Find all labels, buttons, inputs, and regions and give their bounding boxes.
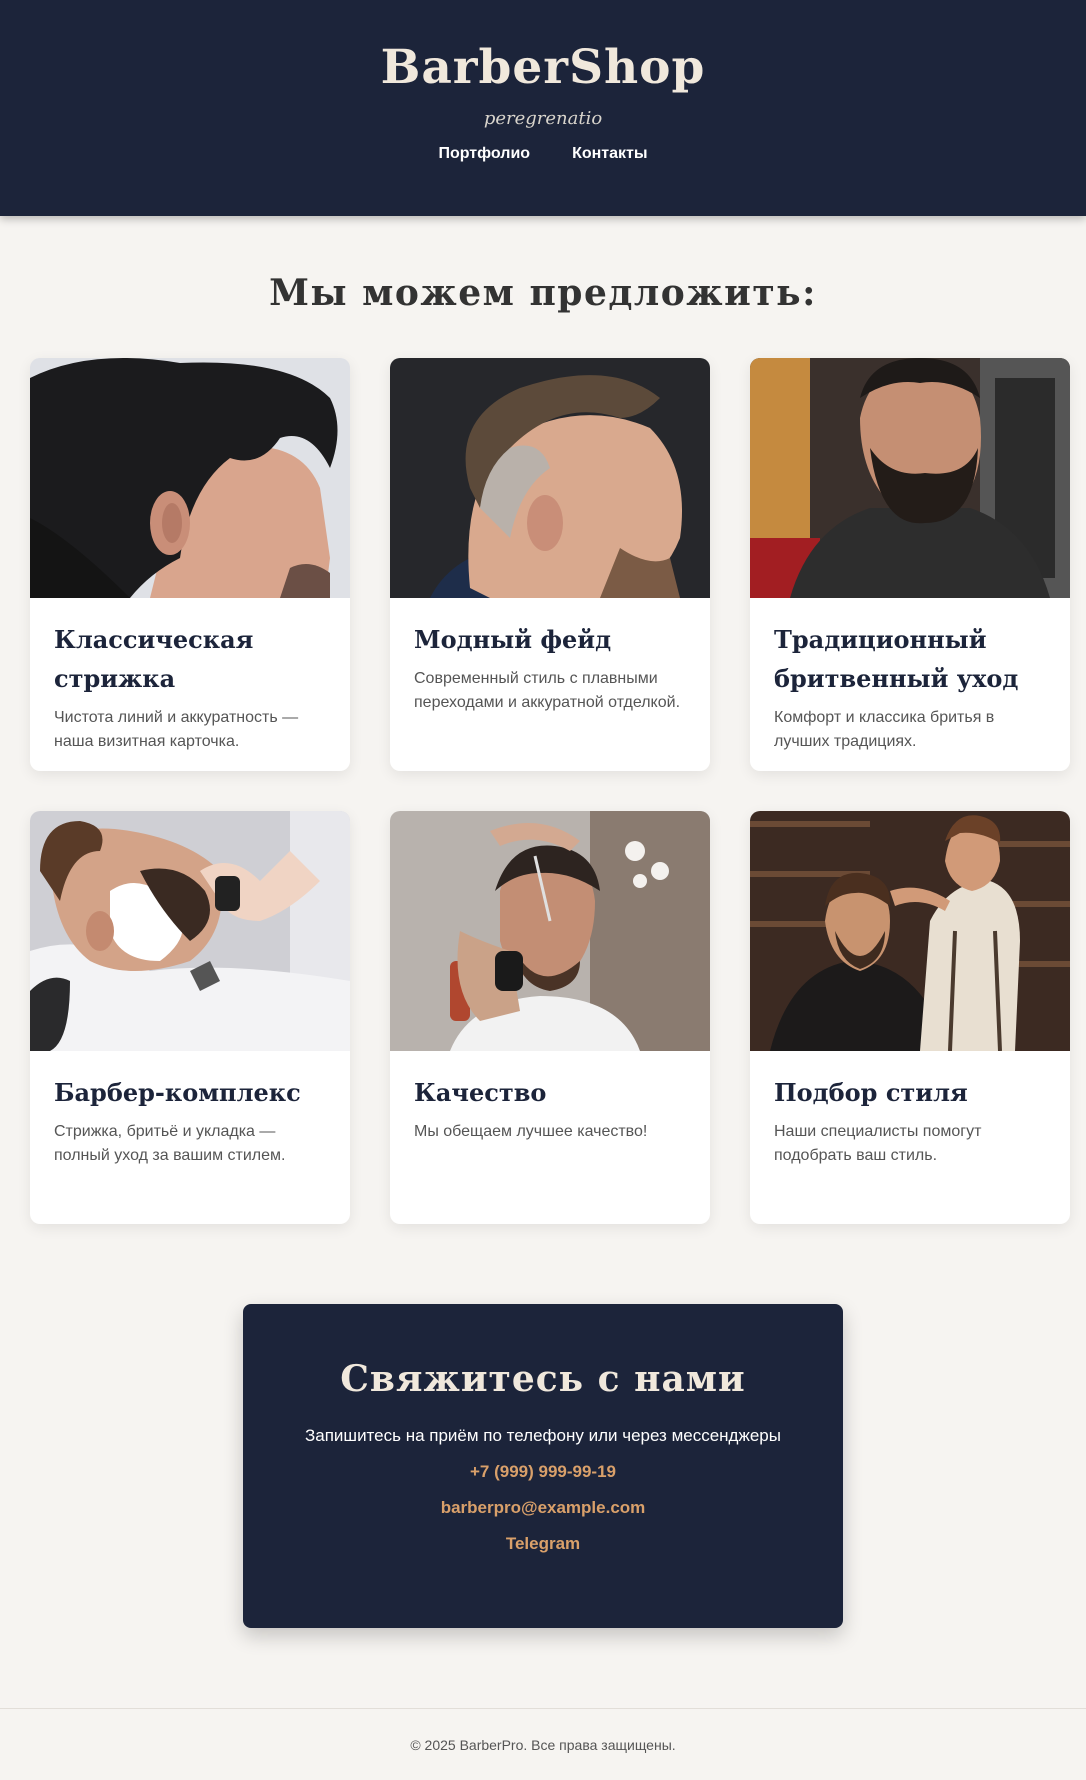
beard-grooming-photo: [750, 358, 1070, 598]
services-grid: Классическая стрижка Чистота линий и акк…: [0, 358, 1086, 1224]
telegram-link[interactable]: Telegram: [243, 1534, 843, 1554]
card-text: Мы обещаем лучшее качество!: [414, 1123, 648, 1140]
card-text: Наши специалисты помогут подобрать ваш с…: [774, 1123, 982, 1164]
service-card-style-selection: Подбор стиля Наши специалисты помогут по…: [750, 811, 1070, 1224]
card-title: Барбер-комплекс: [54, 1078, 301, 1107]
card-body: Модный фейд Современный стиль с плавными…: [390, 598, 710, 735]
contact-text: Запишитесь на приём по телефону или чере…: [305, 1426, 781, 1445]
card-body: Качество Мы обещаем лучшее качество!: [390, 1051, 710, 1164]
email-link[interactable]: barberpro@example.com: [243, 1498, 843, 1518]
card-title: Подбор стиля: [774, 1078, 968, 1107]
card-text: Комфорт и классика бритья в лучших тради…: [774, 709, 995, 750]
card-title: Модный фейд: [414, 625, 612, 654]
services-title: Мы можем предложить:: [269, 272, 817, 314]
nav-link-contacts[interactable]: Контакты: [572, 145, 647, 163]
card-title: Качество: [414, 1078, 547, 1107]
fade-haircut-photo: [390, 358, 710, 598]
card-body: Подбор стиля Наши специалисты помогут по…: [750, 1051, 1070, 1188]
barbershop-interior-photo: [750, 811, 1070, 1051]
card-title: Традиционный бритвенный уход: [774, 625, 1019, 693]
phone-link[interactable]: +7 (999) 999-99-19: [243, 1462, 843, 1482]
site-footer: © 2025 BarberPro. Все права защищены.: [0, 1708, 1086, 1780]
card-title: Классическая стрижка: [54, 625, 254, 693]
service-card-fade: Модный фейд Современный стиль с плавными…: [390, 358, 710, 771]
nav-link-portfolio[interactable]: Портфолио: [438, 145, 530, 163]
service-card-traditional-shave: Традиционный бритвенный уход Комфорт и к…: [750, 358, 1070, 771]
card-text: Чистота линий и аккуратность — наша визи…: [54, 709, 299, 750]
classic-haircut-photo: [30, 358, 350, 598]
contact-title: Свяжитесь с нами: [340, 1358, 746, 1400]
copyright-text: © 2025 BarberPro. Все права защищены.: [410, 1736, 676, 1753]
site-tagline: peregrenatio: [483, 108, 603, 129]
scissors-haircut-photo: [390, 811, 710, 1051]
service-card-quality: Качество Мы обещаем лучшее качество!: [390, 811, 710, 1224]
main-nav: Портфолио Контакты: [0, 145, 1086, 163]
site-logo[interactable]: BarberShop: [0, 40, 1086, 96]
site-header: BarberShop peregrenatio Портфолио Контак…: [0, 0, 1086, 216]
service-card-classic-haircut: Классическая стрижка Чистота линий и акк…: [30, 358, 350, 771]
contact-section: Свяжитесь с нами Запишитесь на приём по …: [243, 1304, 843, 1628]
service-card-barber-complex: Барбер-комплекс Стрижка, бритьё и укладк…: [30, 811, 350, 1224]
card-body: Барбер-комплекс Стрижка, бритьё и укладк…: [30, 1051, 350, 1188]
card-body: Традиционный бритвенный уход Комфорт и к…: [750, 598, 1070, 771]
card-text: Стрижка, бритьё и укладка — полный уход …: [54, 1123, 286, 1164]
shaving-foam-photo: [30, 811, 350, 1051]
card-text: Современный стиль с плавными переходами …: [414, 670, 681, 711]
card-body: Классическая стрижка Чистота линий и акк…: [30, 598, 350, 771]
